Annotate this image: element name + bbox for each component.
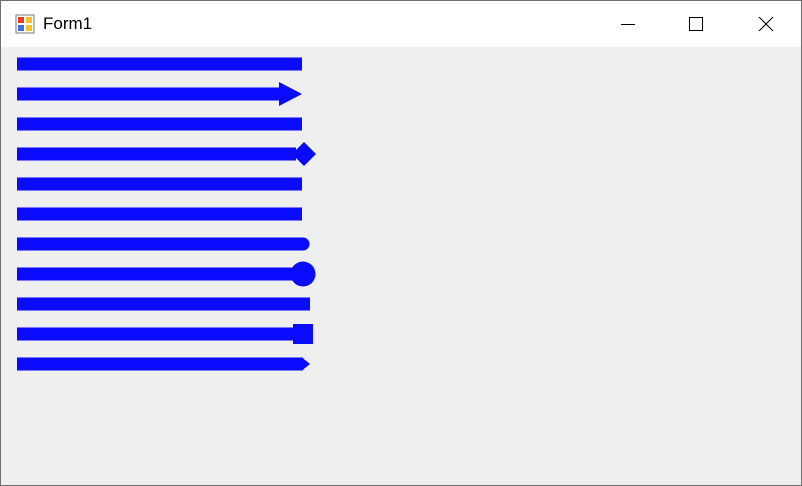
- arrow-cap: [279, 82, 302, 106]
- line-square: [17, 297, 310, 311]
- line-round: [17, 237, 310, 251]
- form-window: Form1: [0, 0, 802, 486]
- line-flat: [17, 117, 302, 131]
- triangle-cap: [302, 357, 310, 371]
- line-flat: [17, 177, 302, 191]
- round-anchor-cap: [290, 261, 316, 287]
- minimize-icon: [621, 24, 635, 25]
- line-triangle: [17, 357, 310, 371]
- round-cap: [296, 237, 310, 251]
- line-body: [17, 117, 302, 131]
- line-body: [17, 57, 302, 71]
- line-body: [17, 237, 303, 251]
- line-body: [17, 87, 280, 101]
- line-flat: [17, 57, 302, 71]
- maximize-button[interactable]: [673, 1, 719, 47]
- line-body: [17, 207, 302, 221]
- maximize-icon: [689, 17, 703, 31]
- line-cap-drawing: [17, 57, 316, 371]
- line-round-anchor: [17, 261, 316, 287]
- form-app-icon: [15, 14, 35, 34]
- client-area: [1, 47, 801, 485]
- line-body: [17, 297, 310, 311]
- line-diamond: [17, 142, 316, 166]
- line-arrow: [17, 82, 302, 106]
- line-body: [17, 357, 303, 371]
- diamond-cap: [292, 142, 316, 166]
- square-anchor-cap: [293, 324, 313, 344]
- line-body: [17, 177, 302, 191]
- close-icon: [758, 16, 774, 32]
- minimize-button[interactable]: [605, 1, 651, 47]
- line-body: [17, 327, 296, 341]
- close-button[interactable]: [743, 1, 789, 47]
- title-bar[interactable]: Form1: [1, 1, 801, 47]
- window-title: Form1: [43, 14, 93, 33]
- line-body: [17, 267, 296, 281]
- line-square-anchor: [17, 324, 313, 344]
- line-flat: [17, 207, 302, 221]
- line-body: [17, 147, 296, 161]
